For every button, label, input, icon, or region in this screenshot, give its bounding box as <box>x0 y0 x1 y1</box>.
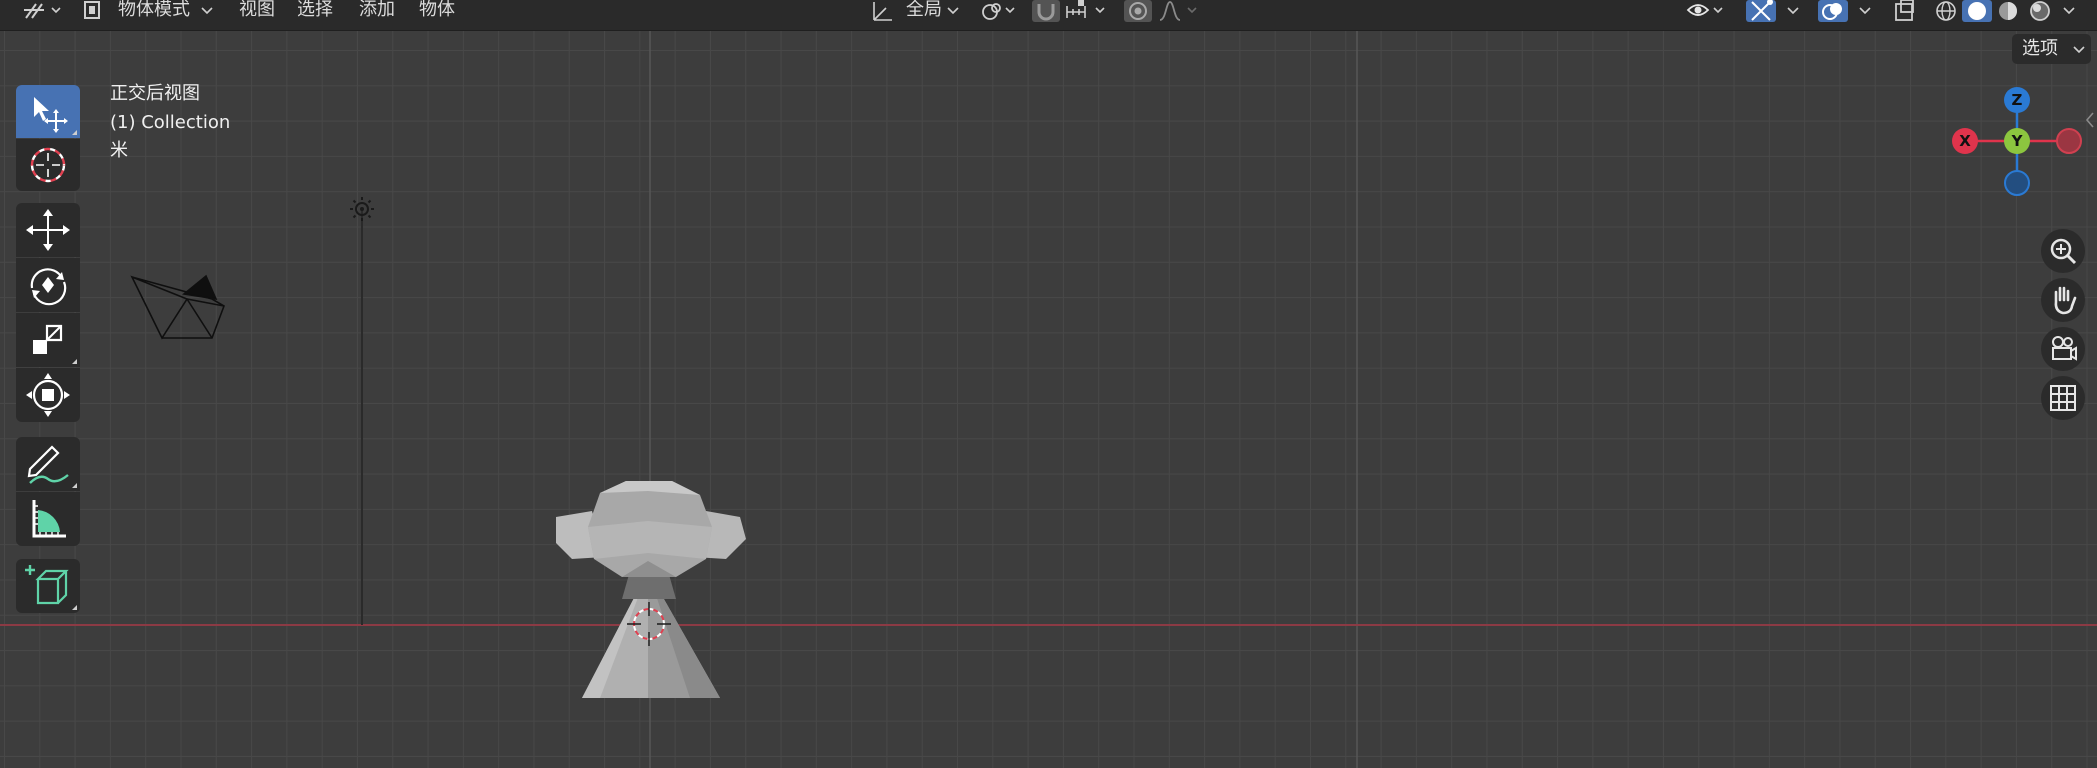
tool-add-cube[interactable] <box>16 559 80 613</box>
scale-icon <box>33 324 63 354</box>
gizmo-neg-z-axis[interactable] <box>2004 170 2030 196</box>
shading-rendered-button[interactable] <box>2026 0 2054 22</box>
tool-group-indicator <box>72 130 77 135</box>
chevron-down-icon <box>2073 46 2085 54</box>
navigation-gizmo[interactable]: Z Y X <box>1945 85 2095 215</box>
camera-object <box>130 274 225 340</box>
3d-viewport[interactable]: 正交后视图 (1) Collection 米 选项 Z Y X <box>0 31 2097 768</box>
xray-toggle[interactable] <box>1892 0 1920 22</box>
pivot-point-selector[interactable] <box>978 0 1022 22</box>
shading-solid-button[interactable] <box>1962 0 1992 22</box>
overlays-toggle[interactable] <box>1818 0 1848 22</box>
viewport-scene <box>0 31 2097 768</box>
monkey-cone-object <box>556 481 746 698</box>
tool-group-indicator <box>72 359 77 364</box>
editor-type-button[interactable] <box>22 0 64 22</box>
rendered-sphere-icon <box>2030 1 2050 21</box>
add-cube-icon <box>25 565 69 605</box>
gizmo-x-axis[interactable]: X <box>1952 128 1978 154</box>
xray-icon <box>1895 0 1914 21</box>
gizmo-icon <box>1751 0 1773 21</box>
view-name: 正交后视图 <box>110 83 200 104</box>
snap-toggle[interactable] <box>1032 0 1060 22</box>
eye-icon <box>1686 4 1723 16</box>
mode-label: 物体模式 <box>118 0 190 20</box>
solid-sphere-icon <box>1968 2 1986 20</box>
tool-select-box[interactable] <box>16 85 80 138</box>
gizmo-neg-x-axis[interactable] <box>2056 128 2082 154</box>
gizmo-z-axis[interactable]: Z <box>2004 87 2030 113</box>
rotate-icon <box>30 268 67 306</box>
orientation-selector[interactable]: 全局 <box>868 0 968 22</box>
cursor-icon <box>30 147 66 183</box>
gizmo-toggle[interactable] <box>1746 0 1776 22</box>
options-label: 选项 <box>2022 38 2058 59</box>
tool-transform[interactable] <box>16 368 80 422</box>
visibility-selector[interactable] <box>1686 0 1730 22</box>
chevron-down-icon[interactable] <box>1784 0 1804 22</box>
tool-scale[interactable] <box>16 313 80 367</box>
menu-object[interactable]: 物体 <box>419 0 455 20</box>
viewport-header: 物体模式 视图 选择 添加 物体 全局 <box>0 0 2097 31</box>
tool-group-indicator <box>72 605 77 610</box>
editor-type-icon <box>24 3 61 19</box>
zoom-icon <box>2050 238 2077 265</box>
menu-view[interactable]: 视图 <box>239 0 275 20</box>
menu-add[interactable]: 添加 <box>359 0 395 20</box>
orientation-label: 全局 <box>906 0 942 20</box>
snap-target-selector[interactable] <box>1064 0 1114 22</box>
mode-selector[interactable]: 物体模式 <box>80 0 220 22</box>
proportional-edit-toggle[interactable] <box>1124 0 1152 22</box>
select-box-icon <box>34 97 68 133</box>
snap-increment-icon <box>1066 0 1105 18</box>
tool-group-indicator <box>72 483 77 488</box>
move-icon <box>26 209 70 251</box>
wireframe-sphere-icon <box>1936 1 1956 21</box>
collection-label: (1) Collection <box>110 112 231 133</box>
ortho-grid-icon <box>2050 385 2076 411</box>
unit-label: 米 <box>110 140 128 161</box>
tool-measure[interactable] <box>16 492 80 546</box>
zoom-button[interactable] <box>2041 229 2085 273</box>
camera-view-icon <box>2052 336 2077 361</box>
chevron-down-icon <box>947 7 959 15</box>
shading-wireframe-button[interactable] <box>1932 0 1960 22</box>
chevron-down-icon <box>201 7 213 15</box>
overlays-icon <box>1822 3 1842 20</box>
orientation-axes-icon <box>873 2 892 21</box>
tool-move[interactable] <box>16 203 80 257</box>
gizmo-y-axis[interactable]: Y <box>2004 128 2030 154</box>
tool-rotate[interactable] <box>16 258 80 312</box>
pan-hand-icon <box>2054 286 2077 315</box>
shading-material-button[interactable] <box>1994 0 2022 22</box>
magnet-icon <box>1037 4 1055 21</box>
transform-icon <box>26 373 70 417</box>
proportional-icon <box>1129 2 1147 20</box>
pivot-icon <box>982 3 1015 20</box>
falloff-curve-icon <box>1159 1 1197 21</box>
ortho-toggle-button[interactable] <box>2041 376 2085 420</box>
menu-select[interactable]: 选择 <box>297 0 333 20</box>
chevron-down-icon[interactable] <box>2060 0 2080 22</box>
tool-annotate[interactable] <box>16 437 80 491</box>
annotate-icon <box>27 445 69 484</box>
falloff-selector[interactable] <box>1158 0 1204 22</box>
options-button[interactable]: 选项 <box>2012 34 2091 64</box>
pan-button[interactable] <box>2041 278 2085 322</box>
tool-cursor[interactable] <box>16 139 80 191</box>
material-sphere-icon <box>1999 2 2017 20</box>
camera-view-button[interactable] <box>2041 327 2085 371</box>
chevron-down-icon[interactable] <box>1856 0 1876 22</box>
measure-icon <box>32 500 66 538</box>
object-mode-icon <box>84 1 100 19</box>
